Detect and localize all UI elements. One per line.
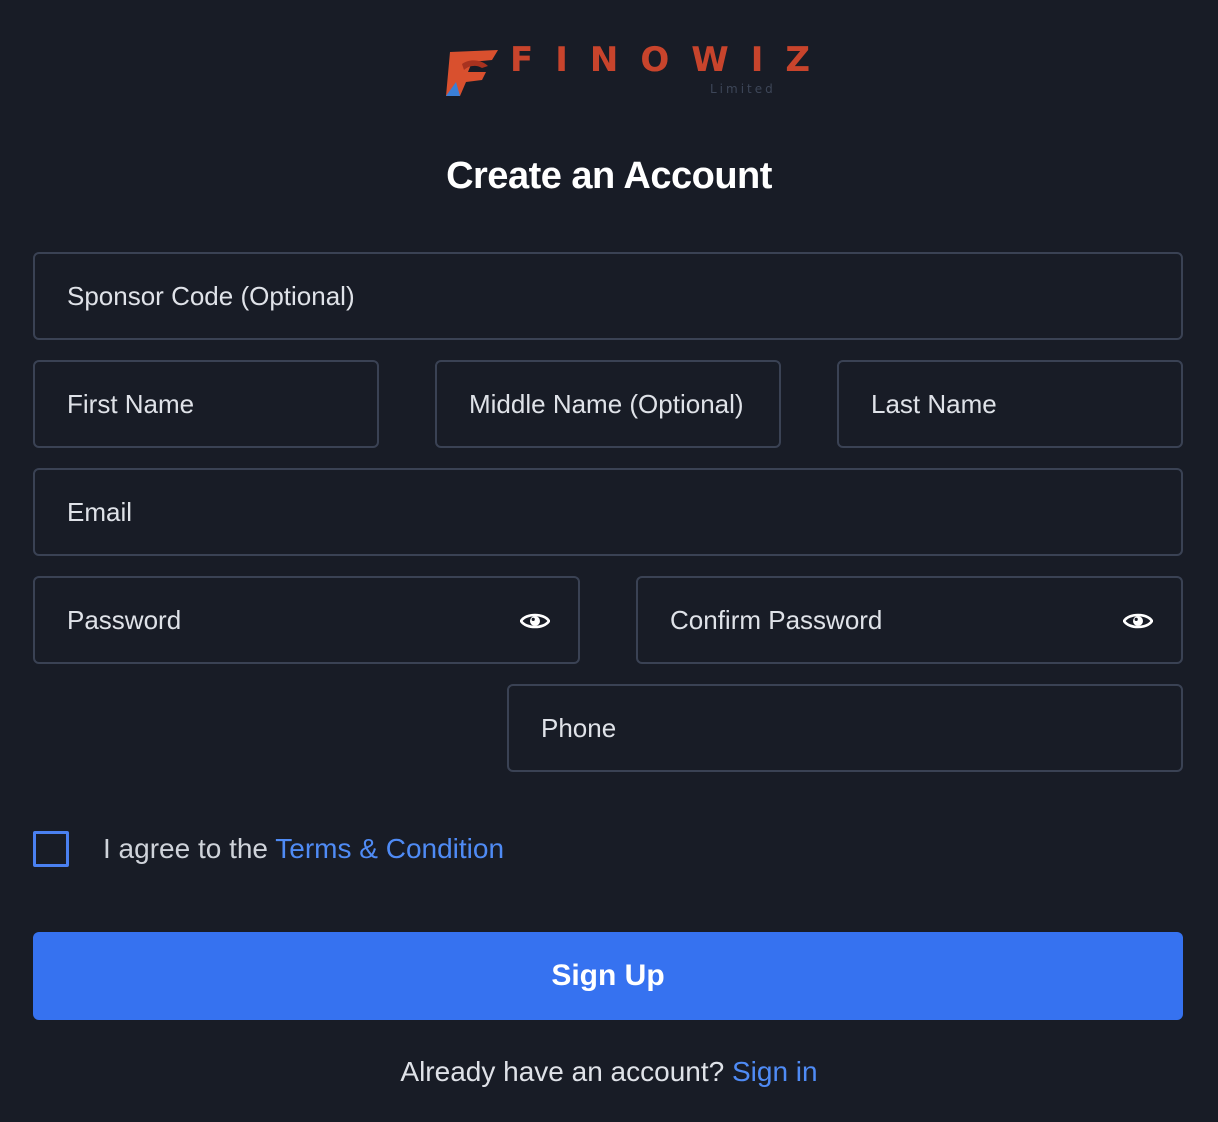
- confirm-password-field: [636, 576, 1183, 664]
- phone-input[interactable]: [509, 686, 1181, 770]
- eye-icon[interactable]: [520, 610, 550, 632]
- middle-name-field: [435, 360, 781, 448]
- brand-suffix: Limited: [710, 82, 776, 96]
- eye-icon[interactable]: [1123, 610, 1153, 632]
- terms-link[interactable]: Terms & Condition: [275, 833, 504, 864]
- terms-checkbox[interactable]: [33, 831, 69, 867]
- last-name-input[interactable]: [839, 362, 1181, 446]
- brand-wordmark: FINOWIZ: [510, 40, 833, 80]
- confirm-password-input[interactable]: [638, 578, 1181, 662]
- phone-field: [507, 684, 1183, 772]
- signin-prompt-text: Already have an account?: [400, 1056, 732, 1087]
- terms-agreement: I agree to the Terms & Condition: [33, 829, 504, 869]
- password-input[interactable]: [35, 578, 578, 662]
- first-name-field: [33, 360, 379, 448]
- signup-page: FINOWIZ Limited Create an Account Sponso…: [0, 0, 1218, 1122]
- sign-in-link[interactable]: Sign in: [732, 1056, 818, 1087]
- page-title: Create an Account: [446, 155, 772, 197]
- brand-logo: FINOWIZ Limited: [442, 38, 810, 102]
- password-field: [33, 576, 580, 664]
- signin-prompt: Already have an account? Sign in: [0, 1056, 1218, 1088]
- sponsor-code-field: [33, 252, 1183, 340]
- middle-name-input[interactable]: [437, 362, 779, 446]
- first-name-input[interactable]: [35, 362, 377, 446]
- bull-logo-icon: [446, 50, 498, 96]
- sponsor-code-input[interactable]: [35, 254, 1181, 338]
- terms-agreement-label: I agree to the Terms & Condition: [103, 833, 504, 865]
- last-name-field: [837, 360, 1183, 448]
- email-input[interactable]: [35, 470, 1181, 554]
- terms-agreement-text: I agree to the: [103, 833, 276, 864]
- sign-up-button[interactable]: Sign Up: [33, 932, 1183, 1020]
- email-field: [33, 468, 1183, 556]
